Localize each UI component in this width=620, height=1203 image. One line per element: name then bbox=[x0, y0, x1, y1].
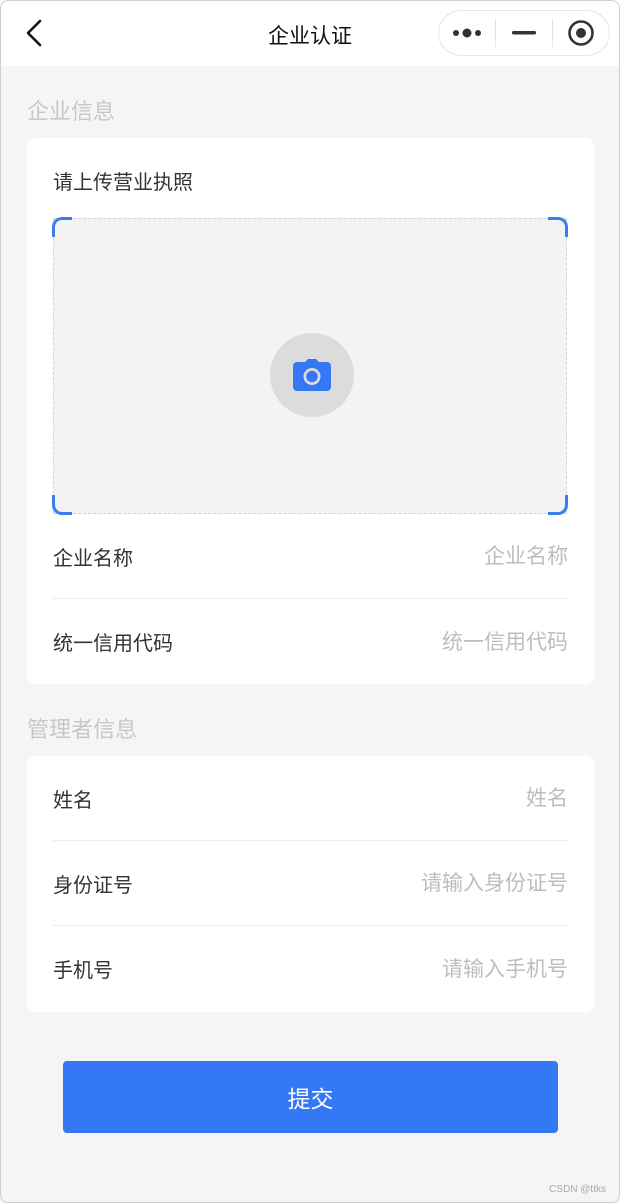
id-number-input[interactable] bbox=[308, 871, 568, 895]
corner-marker bbox=[548, 495, 568, 515]
credit-code-input[interactable] bbox=[308, 629, 568, 654]
license-upload-area[interactable] bbox=[52, 217, 568, 515]
corner-marker bbox=[52, 217, 72, 237]
section-title-company: 企业信息 bbox=[27, 100, 116, 125]
company-name-label: 企业名称 bbox=[53, 545, 133, 570]
manager-card: 姓名 身份证号 手机号 bbox=[27, 756, 594, 1012]
watermark: CSDN @ttks bbox=[549, 1184, 606, 1195]
nav-bar: 企业认证 bbox=[0, 0, 620, 66]
phone-input[interactable] bbox=[308, 956, 568, 981]
submit-button[interactable]: 提交 bbox=[63, 1061, 558, 1133]
id-number-label: 身份证号 bbox=[53, 872, 133, 897]
mini-program-capsule bbox=[438, 10, 610, 56]
close-button[interactable] bbox=[553, 11, 609, 55]
minus-icon bbox=[512, 31, 536, 35]
more-button[interactable] bbox=[439, 11, 495, 55]
name-input[interactable] bbox=[308, 786, 568, 810]
camera-icon bbox=[293, 359, 331, 391]
target-circle-icon bbox=[568, 20, 594, 46]
minimize-button[interactable] bbox=[496, 11, 552, 55]
company-name-input[interactable] bbox=[308, 544, 568, 568]
corner-marker bbox=[52, 495, 72, 515]
phone-label: 手机号 bbox=[53, 958, 113, 982]
field-row-phone: 手机号 bbox=[53, 926, 568, 1011]
section-title-manager: 管理者信息 bbox=[27, 718, 138, 743]
corner-marker bbox=[548, 217, 568, 237]
upload-label: 请上传营业执照 bbox=[53, 170, 193, 194]
field-row-name: 姓名 bbox=[53, 756, 568, 841]
credit-code-label: 统一信用代码 bbox=[53, 631, 173, 655]
field-row-company-name: 企业名称 bbox=[53, 514, 568, 599]
field-row-id-number: 身份证号 bbox=[53, 841, 568, 926]
field-row-credit-code: 统一信用代码 bbox=[53, 599, 568, 684]
camera-button[interactable] bbox=[270, 333, 354, 417]
company-card: 请上传营业执照 企业名称 统一信用代码 bbox=[27, 138, 594, 684]
more-dots-icon bbox=[453, 28, 481, 38]
name-label: 姓名 bbox=[53, 787, 93, 812]
